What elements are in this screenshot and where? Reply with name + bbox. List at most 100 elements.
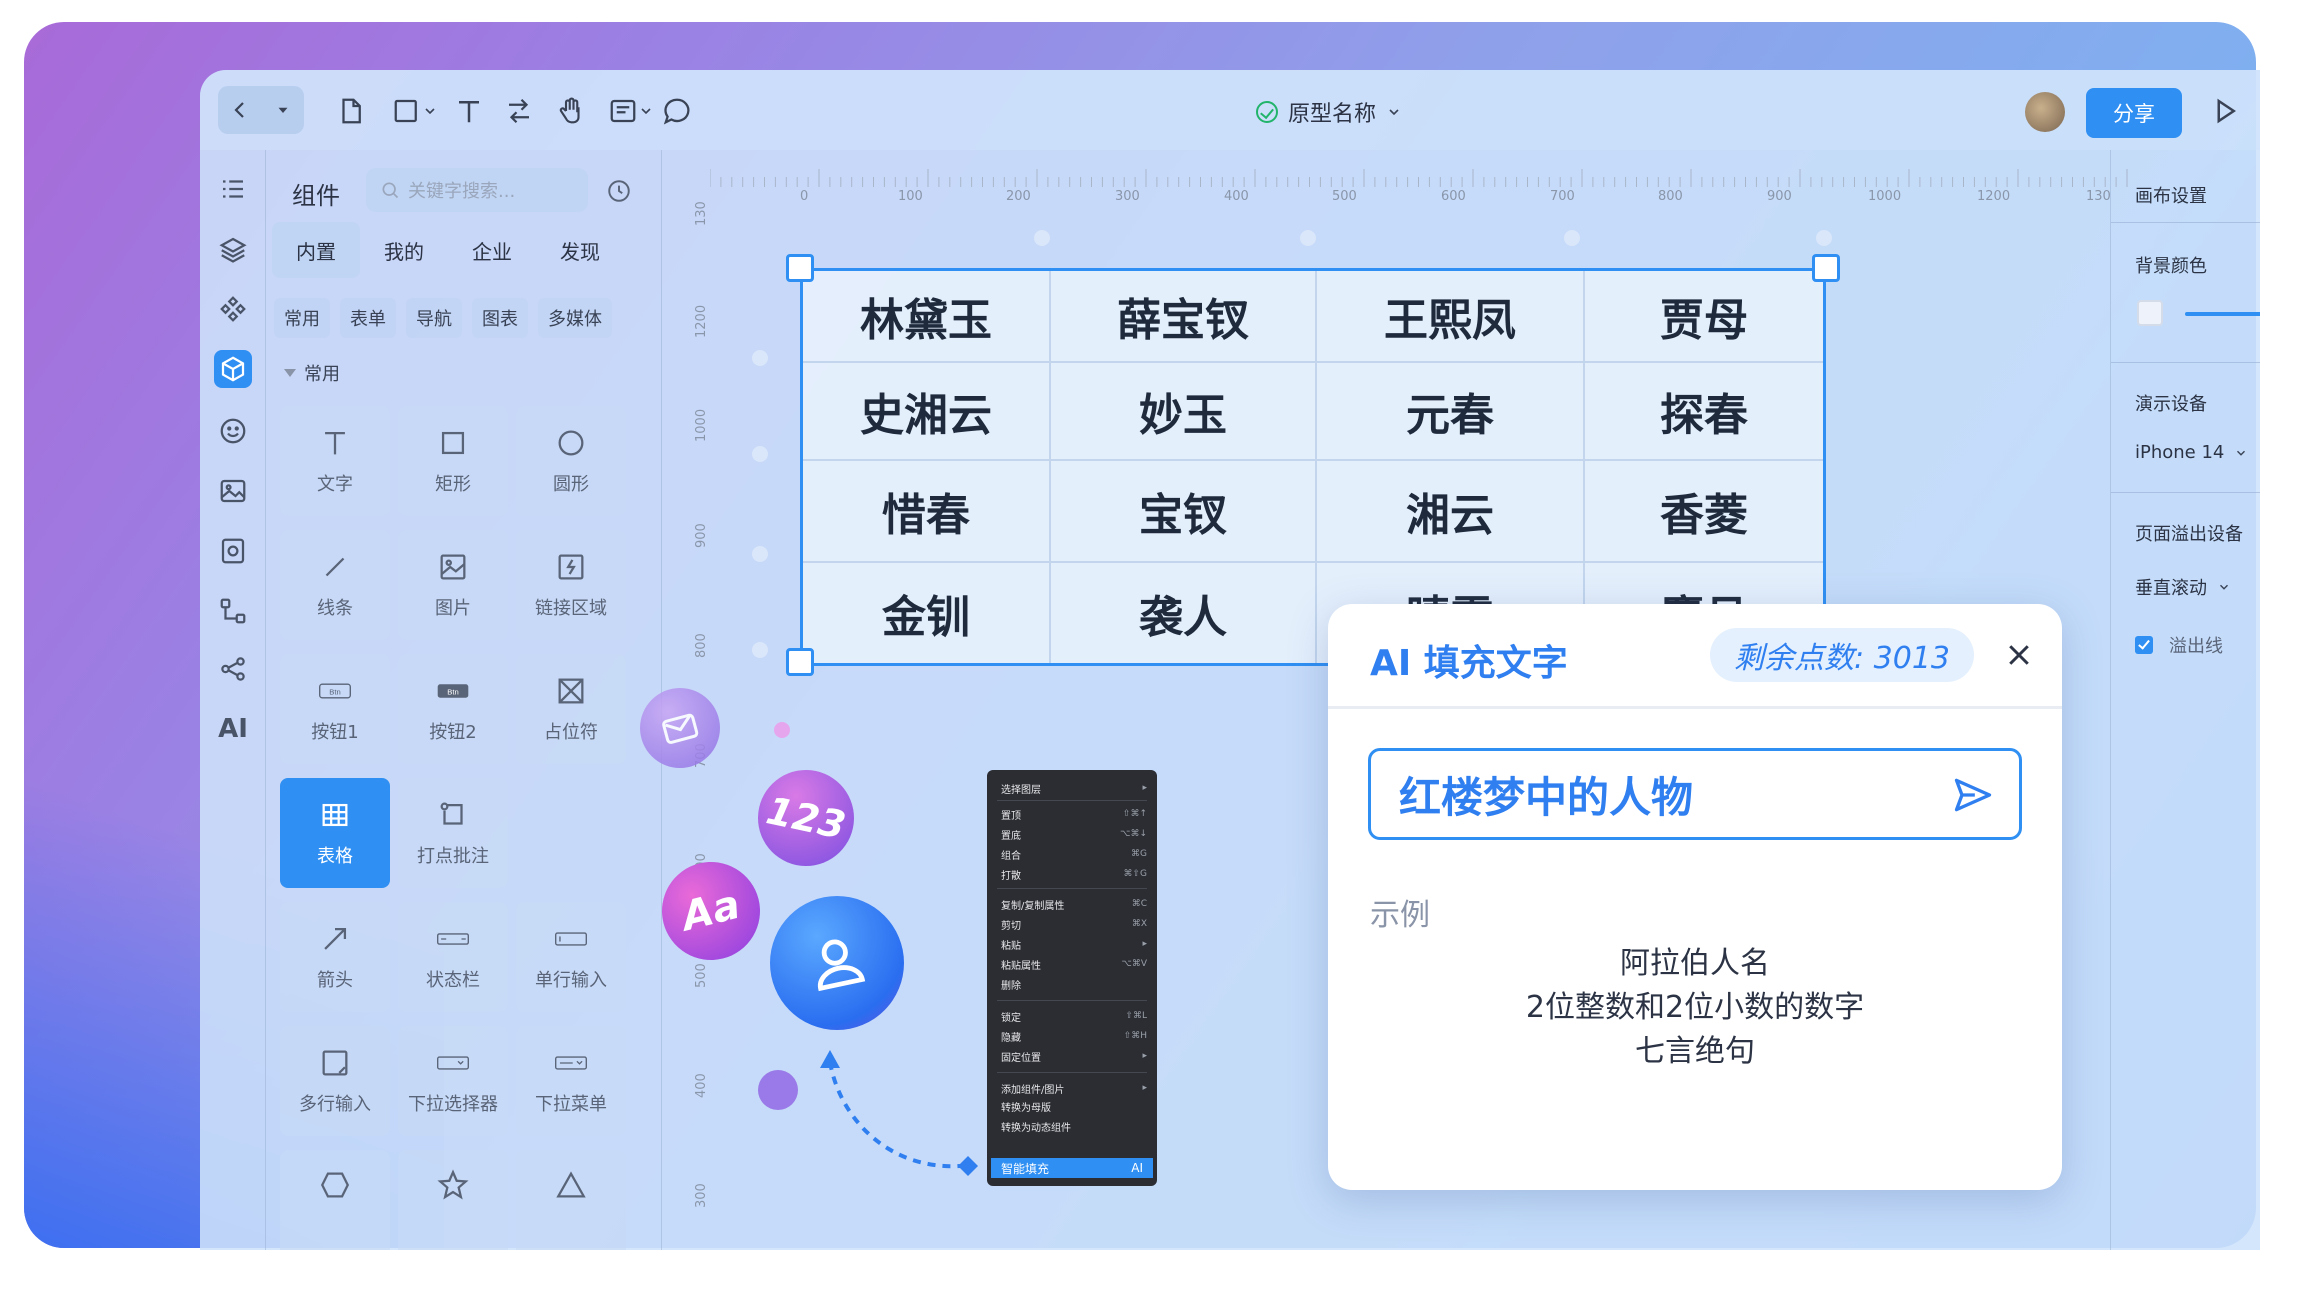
example-item[interactable]: 阿拉伯人名	[1328, 938, 2062, 982]
hand-tool-icon[interactable]	[556, 94, 586, 128]
chip-media[interactable]: 多媒体	[538, 298, 612, 338]
component-table[interactable]: 表格	[280, 778, 390, 888]
menu-item[interactable]: 置顶 ⇧⌘↑	[1001, 804, 1147, 824]
resource-icon[interactable]	[214, 532, 252, 570]
menu-item[interactable]: 删除	[1001, 974, 1147, 994]
component-single-input[interactable]: 单行输入	[516, 902, 626, 1012]
layers-icon[interactable]	[214, 230, 252, 268]
tab-enterprise[interactable]: 企业	[448, 222, 536, 278]
table-cell[interactable]: 史湘云	[803, 363, 1051, 461]
tab-builtin[interactable]: 内置	[272, 222, 360, 278]
components-icon[interactable]	[214, 350, 252, 388]
table-cell[interactable]: 香菱	[1585, 461, 1823, 563]
menu-item[interactable]: 粘贴 ▸	[1001, 934, 1147, 954]
component-multi-input[interactable]: 多行输入	[280, 1026, 390, 1136]
connector-tool-icon[interactable]	[504, 94, 534, 128]
table-cell[interactable]: 贾母	[1585, 271, 1823, 363]
component-circle[interactable]: 圆形	[516, 406, 626, 516]
outline-list-icon[interactable]	[214, 170, 252, 208]
menu-item[interactable]: 转换为动态组件	[1001, 1116, 1147, 1136]
component-star[interactable]	[398, 1150, 508, 1250]
table-cell[interactable]: 袭人	[1051, 563, 1317, 663]
text-tool-icon[interactable]	[454, 94, 484, 128]
menu-item[interactable]: 剪切 ⌘X	[1001, 914, 1147, 934]
component-button1[interactable]: Btn 按钮1	[280, 654, 390, 764]
flow-icon[interactable]	[214, 592, 252, 630]
table-cell[interactable]: 惜春	[803, 461, 1051, 563]
shape-chevron-icon[interactable]	[422, 94, 438, 128]
component-line[interactable]: 线条	[280, 530, 390, 640]
preview-play-icon[interactable]	[2210, 96, 2240, 126]
bg-color-swatch[interactable]	[2137, 300, 2163, 326]
shape-tool-icon[interactable]	[392, 94, 422, 128]
ai-rail-button[interactable]: AI	[214, 710, 252, 748]
resize-handle-top-right[interactable]	[1812, 254, 1840, 282]
table-cell[interactable]: 金钏	[803, 563, 1051, 663]
smart-fill-menu-item[interactable]: 智能填充 AI	[991, 1158, 1153, 1178]
tab-discover[interactable]: 发现	[536, 222, 624, 278]
component-arrow[interactable]: 箭头	[280, 902, 390, 1012]
table-cell[interactable]: 元春	[1317, 363, 1585, 461]
chip-common[interactable]: 常用	[274, 298, 330, 338]
resize-handle-top-left[interactable]	[786, 254, 814, 282]
section-common[interactable]: 常用	[284, 360, 340, 386]
chip-form[interactable]: 表单	[340, 298, 396, 338]
emoji-icon[interactable]	[214, 412, 252, 450]
menu-item[interactable]: 转换为母版	[1001, 1096, 1147, 1116]
table-cell[interactable]: 王熙凤	[1317, 271, 1585, 363]
component-placeholder[interactable]: 占位符	[516, 654, 626, 764]
component-image[interactable]: 图片	[398, 530, 508, 640]
component-statusbar[interactable]: 状态栏	[398, 902, 508, 1012]
chip-nav[interactable]: 导航	[406, 298, 462, 338]
component-dropdown-menu[interactable]: 下拉菜单	[516, 1026, 626, 1136]
avatar[interactable]	[2025, 92, 2065, 132]
overflow-line-checkbox[interactable]	[2135, 636, 2153, 654]
example-item[interactable]: 七言绝句	[1328, 1026, 2062, 1070]
menu-item[interactable]: 置底 ⌥⌘↓	[1001, 824, 1147, 844]
menu-item[interactable]: 锁定 ⇧⌘L	[1001, 1006, 1147, 1026]
history-dropdown-button[interactable]	[261, 86, 304, 134]
example-item[interactable]: 2位整数和2位小数的数字	[1328, 982, 2062, 1026]
menu-item[interactable]: 隐藏 ⇧⌘H	[1001, 1026, 1147, 1046]
comment-tool-icon[interactable]	[662, 94, 692, 128]
component-rectangle[interactable]: 矩形	[398, 406, 508, 516]
component-text[interactable]: 文字	[280, 406, 390, 516]
menu-item[interactable]: 粘贴属性 ⌥⌘V	[1001, 954, 1147, 974]
chip-chart[interactable]: 图表	[472, 298, 528, 338]
menu-item[interactable]: 打散 ⌘⇧G	[1001, 864, 1147, 884]
device-select[interactable]: iPhone 14	[2135, 442, 2248, 463]
history-icon[interactable]	[606, 178, 632, 204]
table-cell[interactable]: 薛宝钗	[1051, 271, 1317, 363]
project-title[interactable]: 原型名称	[1256, 96, 1402, 128]
share-nodes-icon[interactable]	[214, 650, 252, 688]
table-cell[interactable]: 湘云	[1317, 461, 1585, 563]
table-cell[interactable]: 妙玉	[1051, 363, 1317, 461]
menu-item[interactable]: 添加组件/图片 ▸	[1001, 1078, 1147, 1098]
scroll-select[interactable]: 垂直滚动	[2135, 574, 2231, 600]
search-input[interactable]: 关键字搜索...	[366, 168, 588, 212]
component-dropdown-selector[interactable]: 下拉选择器	[398, 1026, 508, 1136]
prompt-input[interactable]: 红楼梦中的人物	[1368, 748, 2022, 840]
table-cell[interactable]: 宝钗	[1051, 461, 1317, 563]
table-cell[interactable]: 探春	[1585, 363, 1823, 461]
component-link-area[interactable]: 链接区域	[516, 530, 626, 640]
menu-item[interactable]: 组合 ⌘G	[1001, 844, 1147, 864]
resize-handle-bottom-left[interactable]	[786, 648, 814, 676]
menu-item[interactable]: 选择图层 ▸	[1001, 778, 1147, 798]
menu-item[interactable]: 固定位置 ▸	[1001, 1046, 1147, 1066]
note-chevron-icon[interactable]	[638, 94, 654, 128]
page-icon[interactable]	[336, 94, 366, 128]
share-button[interactable]: 分享	[2086, 88, 2182, 138]
menu-item[interactable]: 复制/复制属性 ⌘C	[1001, 894, 1147, 914]
component-hexagon[interactable]	[280, 1150, 390, 1250]
note-tool-icon[interactable]	[608, 94, 638, 128]
image-library-icon[interactable]	[214, 472, 252, 510]
tab-mine[interactable]: 我的	[360, 222, 448, 278]
back-button[interactable]	[218, 86, 261, 134]
component-annotation[interactable]: 打点批注	[398, 778, 508, 888]
table-cell[interactable]: 林黛玉	[803, 271, 1051, 363]
send-icon[interactable]	[1949, 773, 1997, 817]
component-triangle[interactable]	[516, 1150, 626, 1250]
component-button2[interactable]: Btn 按钮2	[398, 654, 508, 764]
components-master-icon[interactable]	[214, 290, 252, 328]
